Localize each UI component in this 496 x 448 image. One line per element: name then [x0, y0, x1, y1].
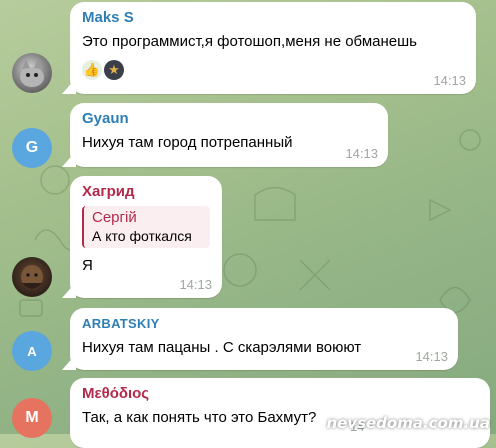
watermark: nevsedoma.com.ua [326, 414, 490, 432]
message-bubble[interactable]: Maks S Это программист,я фотошоп,меня не… [70, 2, 476, 94]
message-bubble[interactable]: Μεθόδιος Так, а как понять что это Бахму… [70, 378, 490, 448]
message-time: 14:13 [433, 73, 466, 88]
reply-text: А кто фоткался [92, 228, 192, 244]
message-bubble[interactable]: ARBATSKIY Нихуя там пацаны . С скарэлями… [70, 308, 458, 370]
message-text: Это программист,я фотошоп,меня не обмане… [82, 33, 417, 50]
cat-photo-icon [20, 59, 44, 87]
reactions[interactable]: 👍 ★ [82, 60, 464, 80]
person-photo-icon [21, 265, 43, 289]
sender-name[interactable]: ARBATSKIY [82, 314, 446, 334]
thumbs-up-reaction-icon[interactable]: 👍 [82, 60, 102, 80]
sender-name[interactable]: Maks S [82, 8, 464, 28]
sender-name[interactable]: Μεθόδιος [82, 384, 478, 404]
reactor-avatar-icon[interactable]: ★ [104, 60, 124, 80]
reply-quote[interactable]: Сергій А кто фоткался [82, 206, 210, 248]
message-text: Нихуя там город потрепанный [82, 134, 293, 151]
avatar[interactable]: G [12, 128, 52, 168]
message-time: 14:13 [345, 146, 378, 161]
message-time: 14:13 [415, 349, 448, 364]
avatar[interactable]: M [12, 398, 52, 438]
sender-name[interactable]: Gyaun [82, 109, 376, 129]
avatar[interactable]: A [12, 331, 52, 371]
avatar[interactable] [12, 53, 52, 93]
message-bubble[interactable]: Хагрид Сергій А кто фоткался Я 14:13 [70, 176, 222, 298]
message-text: Нихуя там пацаны . С скарэлями воюют [82, 339, 362, 356]
message-time: 14:13 [179, 277, 212, 292]
reply-sender: Сергій [92, 209, 137, 226]
message-bubble[interactable]: Gyaun Нихуя там город потрепанный 14:13 [70, 103, 388, 167]
sender-name[interactable]: Хагрид [82, 182, 210, 202]
avatar[interactable] [12, 257, 52, 297]
message-text: Я [82, 257, 93, 274]
